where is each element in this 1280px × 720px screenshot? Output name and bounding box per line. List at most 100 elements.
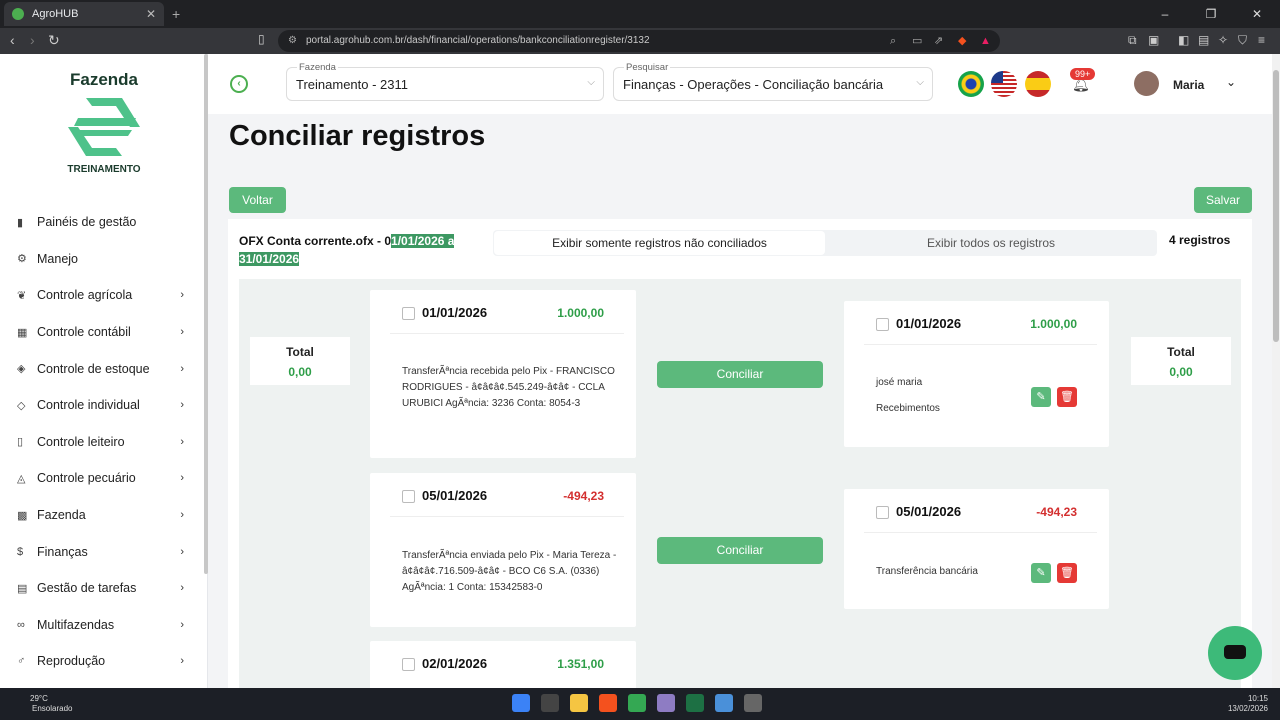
sidebar-item[interactable]: ⚙ Manejo	[0, 241, 204, 278]
recorder-icon[interactable]	[744, 694, 762, 712]
trash-icon[interactable]: 🗑︎	[1057, 563, 1077, 583]
file-period-end: 31/01/2026	[239, 252, 300, 266]
sidebar-item[interactable]: ▤ Gestão de tarefas ›	[0, 570, 204, 607]
reconcile-button[interactable]: Conciliar	[657, 361, 823, 388]
bank-record-card: 01/01/2026 1.000,00 TransferÃªncia receb…	[370, 290, 636, 458]
page-scrollbar[interactable]	[1272, 54, 1280, 688]
search-icon[interactable]	[541, 694, 559, 712]
tag-icon: ◇	[17, 399, 26, 412]
trash-icon[interactable]: 🗑︎	[1057, 387, 1077, 407]
record-checkbox[interactable]	[402, 658, 415, 671]
sidebar-item[interactable]: ▯ Controle leiteiro ›	[0, 424, 204, 461]
tab-unreconciled[interactable]: Exibir somente registros não conciliados	[494, 231, 825, 255]
edit-icon[interactable]: ✎	[1031, 387, 1051, 407]
sidebar-item[interactable]: $ Finanças ›	[0, 533, 204, 570]
chevron-right-icon: ›	[180, 655, 184, 668]
farm-select[interactable]: Fazenda Treinamento - 2311 ⌵	[286, 62, 604, 101]
zoom-icon[interactable]: ⌕	[890, 30, 896, 52]
minimize-icon[interactable]: –	[1142, 0, 1188, 28]
record-description: TransferÃªncia recebida pelo Pix - FRANC…	[402, 366, 615, 409]
window-controls: – ❐ ✕	[1142, 0, 1280, 28]
close-window-icon[interactable]: ✕	[1234, 0, 1280, 28]
windows-start-icon[interactable]	[512, 694, 530, 712]
chevron-down-icon: ⌵	[916, 77, 924, 88]
reconcile-button[interactable]: Conciliar	[657, 537, 823, 564]
back-circle-icon[interactable]: ‹	[230, 75, 248, 93]
leo-icon[interactable]: ✧	[1218, 33, 1228, 47]
record-checkbox[interactable]	[876, 506, 889, 519]
sidebar-item[interactable]: ▩ Fazenda ›	[0, 497, 204, 534]
tab-title: AgroHUB	[32, 8, 79, 20]
sidebar-scrollbar[interactable]	[204, 54, 208, 574]
search-select[interactable]: Pesquisar Finanças - Operações - Concili…	[613, 62, 933, 101]
chevron-down-icon[interactable]: ⌄	[1226, 75, 1236, 89]
new-tab-icon[interactable]: +	[172, 6, 180, 22]
weather-widget[interactable]: 29°C Ensolarado	[14, 694, 72, 714]
brave-browser-icon[interactable]	[599, 694, 617, 712]
user-name[interactable]: Maria	[1173, 78, 1204, 92]
farm-logo[interactable]: Fazenda TREINAMENTO	[54, 70, 154, 175]
chevron-right-icon: ›	[180, 435, 184, 448]
save-button[interactable]: Salvar	[1194, 187, 1252, 213]
reload-icon[interactable]: ↻	[48, 32, 60, 49]
record-checkbox[interactable]	[402, 307, 415, 320]
top-header: ‹ Fazenda Treinamento - 2311 ⌵ Pesquisar…	[208, 54, 1272, 114]
record-checkbox[interactable]	[876, 318, 889, 331]
sidebar-item[interactable]: ▦ Controle contábil ›	[0, 314, 204, 351]
extension-icon[interactable]: ⧉	[1128, 33, 1137, 48]
weather-temp: 29°C	[30, 694, 48, 703]
app-icon[interactable]	[657, 694, 675, 712]
edit-icon[interactable]: ✎	[1031, 563, 1051, 583]
record-checkbox[interactable]	[402, 490, 415, 503]
record-date: 05/01/2026	[422, 488, 488, 503]
chat-icon[interactable]	[1208, 626, 1262, 680]
browser-tab[interactable]: AgroHUB ✕	[4, 2, 164, 26]
sidebar-item[interactable]: ♂ Reprodução ›	[0, 643, 204, 680]
flag-usa-icon[interactable]	[991, 71, 1017, 97]
avatar[interactable]	[1134, 71, 1159, 96]
vpn-icon[interactable]: ⛉	[1238, 33, 1247, 48]
cast-icon[interactable]: ▭	[912, 30, 922, 52]
sidebar-item[interactable]: ◬ Controle pecuário ›	[0, 460, 204, 497]
flag-brazil-icon[interactable]	[958, 71, 984, 97]
box-icon: ◈	[17, 363, 26, 376]
logo-subtitle: TREINAMENTO	[67, 164, 141, 175]
sidebar-toggle-icon[interactable]: ◧	[1178, 33, 1189, 47]
sidebar-item[interactable]: ▮ Painéis de gestão	[0, 204, 204, 241]
back-button[interactable]: Voltar	[229, 187, 286, 213]
restore-icon[interactable]: ❐	[1188, 0, 1234, 28]
sidebar-item[interactable]: ❦ Controle agrícola ›	[0, 277, 204, 314]
sidebar-item[interactable]: ◈ Controle de estoque ›	[0, 350, 204, 387]
menu-icon[interactable]: ≡	[1258, 33, 1265, 47]
sidebar-item-label: Controle de estoque	[37, 361, 150, 376]
back-icon[interactable]: ‹	[10, 32, 15, 48]
wallet-icon[interactable]: ▤	[1198, 33, 1209, 47]
sidebar-item[interactable]: ∞ Multifazendas ›	[0, 607, 204, 644]
brave-rewards-icon[interactable]: ▲	[980, 30, 991, 52]
record-person: josé maria	[876, 377, 923, 388]
brave-shield-icon[interactable]: ◆	[958, 30, 966, 52]
sidebar-item[interactable]: ◇ Controle individual ›	[0, 387, 204, 424]
divider	[390, 516, 624, 517]
records-area: Total 0,00 Total 0,00 01/01/2026 1.000,0…	[239, 279, 1241, 688]
file-explorer-icon[interactable]	[570, 694, 588, 712]
bookmark-icon[interactable]: ▯	[258, 32, 265, 46]
record-category: Transferência bancária	[876, 566, 978, 577]
site-info-icon[interactable]: ⚙	[288, 30, 297, 52]
share-icon[interactable]: ⇗	[934, 30, 943, 52]
chrome-icon[interactable]	[628, 694, 646, 712]
scroll-thumb[interactable]	[1273, 70, 1279, 342]
taskbar: 29°C Ensolarado 10:15 13/02/2026	[0, 688, 1280, 720]
tab-all-records[interactable]: Exibir todos os registros	[825, 230, 1157, 256]
forward-icon[interactable]: ›	[30, 32, 35, 48]
address-bar[interactable]: ⚙ portal.agrohub.com.br/dash/financial/o…	[278, 30, 1000, 52]
calculator-icon: ▦	[17, 326, 28, 339]
chevron-right-icon: ›	[180, 362, 184, 375]
close-tab-icon[interactable]: ✕	[146, 7, 156, 21]
chevron-right-icon: ›	[180, 618, 184, 631]
extension2-icon[interactable]: ▣	[1148, 33, 1159, 47]
notepad-icon[interactable]	[715, 694, 733, 712]
clock[interactable]: 10:15 13/02/2026	[1228, 694, 1268, 714]
excel-icon[interactable]	[686, 694, 704, 712]
flag-spain-icon[interactable]	[1025, 71, 1051, 97]
